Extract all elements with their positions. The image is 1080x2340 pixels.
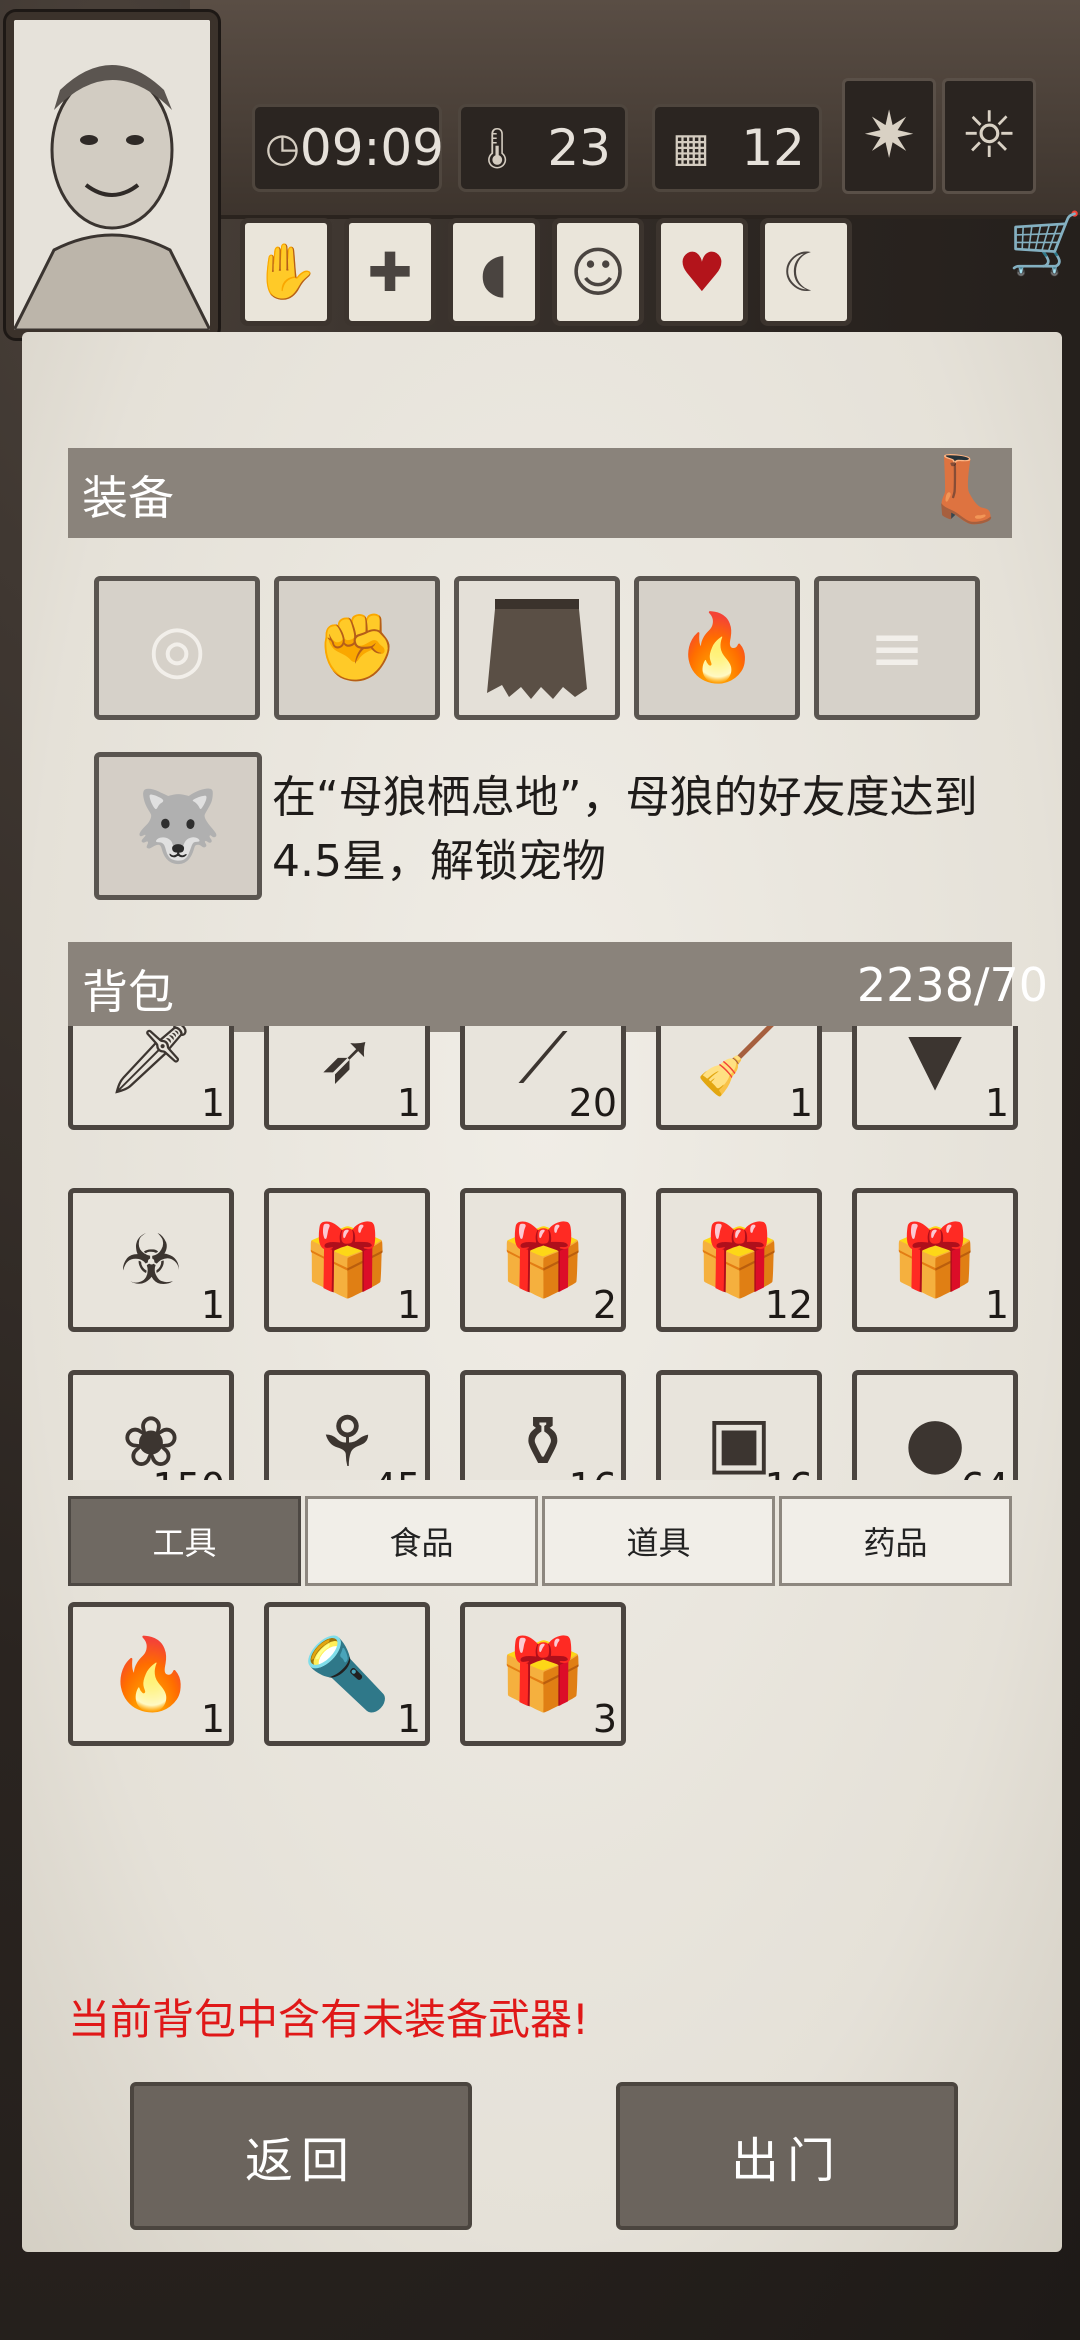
thermometer-icon: 🌡 [471, 125, 523, 172]
torch-icon: 🔥 [675, 609, 759, 686]
heart-icon[interactable]: ♥ [656, 218, 748, 326]
logs-slot[interactable]: ≡ [814, 576, 980, 720]
back-button[interactable]: 返回 [130, 2082, 472, 2230]
boot-icon[interactable]: 👢 [924, 452, 1004, 527]
stomach-icon[interactable]: ◖ [448, 218, 540, 326]
fist-icon: ✊ [315, 609, 399, 686]
backpack-item[interactable]: ➶ 1 [264, 1026, 430, 1130]
day-value: 12 [741, 119, 805, 177]
head-sanity-icon[interactable]: ☺ [552, 218, 644, 326]
backpack-item[interactable]: ▼ 1 [852, 1026, 1018, 1130]
tool-item[interactable]: 🔦 1 [264, 1602, 430, 1746]
category-tabs: 工具 食品 道具 药品 [68, 1496, 1012, 1586]
grass-skirt-icon [487, 599, 587, 699]
warning-text: 当前背包中含有未装备武器! [68, 1995, 589, 2044]
clock-icon: ◷ [265, 125, 300, 171]
backpack-item[interactable]: 🎁 2 [460, 1188, 626, 1332]
backpack-item[interactable]: 🎁 1 [264, 1188, 430, 1332]
backpack-item[interactable]: ❀150 [68, 1370, 234, 1480]
temperature-display: 🌡 23 [458, 104, 628, 192]
time-display: ◷ 09:09 [252, 104, 444, 192]
equipment-title: 装备 [82, 471, 174, 525]
backpack-item[interactable]: 🎁 12 [656, 1188, 822, 1332]
target-slot[interactable]: ◎ [94, 576, 260, 720]
cart-icon[interactable]: 🛒 [1008, 208, 1080, 279]
equipment-header: 装备 👢 [68, 448, 1012, 538]
backpack-item[interactable]: 🎁 1 [852, 1188, 1018, 1332]
backpack-item[interactable]: 🧹 1 [656, 1026, 822, 1130]
plus-health-icon[interactable]: ✚ [344, 218, 436, 326]
grass-skirt-slot[interactable] [454, 576, 620, 720]
weather-indicator[interactable]: ☼ [942, 78, 1036, 194]
logs-icon: ≡ [869, 609, 925, 687]
backpack-grid[interactable]: 🗡1 ➶1 ⟋20 🧹1 ▼1 ☣1 🎁1 🎁2 🎁12 🎁1 ❀150 ⚘45… [60, 1026, 1020, 1480]
tab-food[interactable]: 食品 [305, 1496, 538, 1586]
wolf-icon: 🐺 [134, 784, 222, 867]
status-icons: ✋ ✚ ◖ ☺ ♥ ☾ [240, 218, 852, 326]
time-value: 09:09 [299, 119, 444, 177]
moon-sleep-icon[interactable]: ☾ [760, 218, 852, 326]
avatar[interactable] [6, 12, 218, 338]
backpack-item[interactable]: ⚘45 [264, 1370, 430, 1480]
season-indicator[interactable]: ✷ [842, 78, 936, 194]
pet-slot[interactable]: 🐺 [94, 752, 262, 900]
backpack-item[interactable]: 🗡 1 [68, 1026, 234, 1130]
backpack-item[interactable]: ☣ 1 [68, 1188, 234, 1332]
calendar-icon: ▦ [672, 125, 710, 171]
backpack-title: 背包 [82, 965, 174, 1019]
maple-leaf-icon: ✷ [862, 99, 916, 173]
tab-props[interactable]: 道具 [542, 1496, 775, 1586]
pet-unlock-hint: 在“母狼栖息地”，母狼的好友度达到4.5星，解锁宠物 [272, 772, 978, 887]
tab-tools[interactable]: 工具 [68, 1496, 301, 1586]
go-out-button[interactable]: 出门 [616, 2082, 958, 2230]
backpack-header: 背包 2238/70 [68, 942, 1048, 1032]
backpack-item[interactable]: ⟋ 20 [460, 1026, 626, 1130]
temperature-value: 23 [547, 119, 611, 177]
tool-item[interactable]: 🔥 1 [68, 1602, 234, 1746]
target-icon: ◎ [148, 609, 206, 687]
backpack-item[interactable]: ●64 [852, 1370, 1018, 1480]
backpack-capacity: 2238/70 [856, 958, 1048, 1012]
tab-medicine[interactable]: 药品 [779, 1496, 1012, 1586]
sun-icon: ☼ [960, 99, 1018, 173]
backpack-item[interactable]: ⚱16 [460, 1370, 626, 1480]
day-display: ▦ 12 [652, 104, 822, 192]
backpack-item[interactable]: ▣16 [656, 1370, 822, 1480]
fist-slot[interactable]: ✊ [274, 576, 440, 720]
hand-bandage-icon[interactable]: ✋ [240, 218, 332, 326]
tool-item[interactable]: 🎁 3 [460, 1602, 626, 1746]
torch-slot[interactable]: 🔥 [634, 576, 800, 720]
